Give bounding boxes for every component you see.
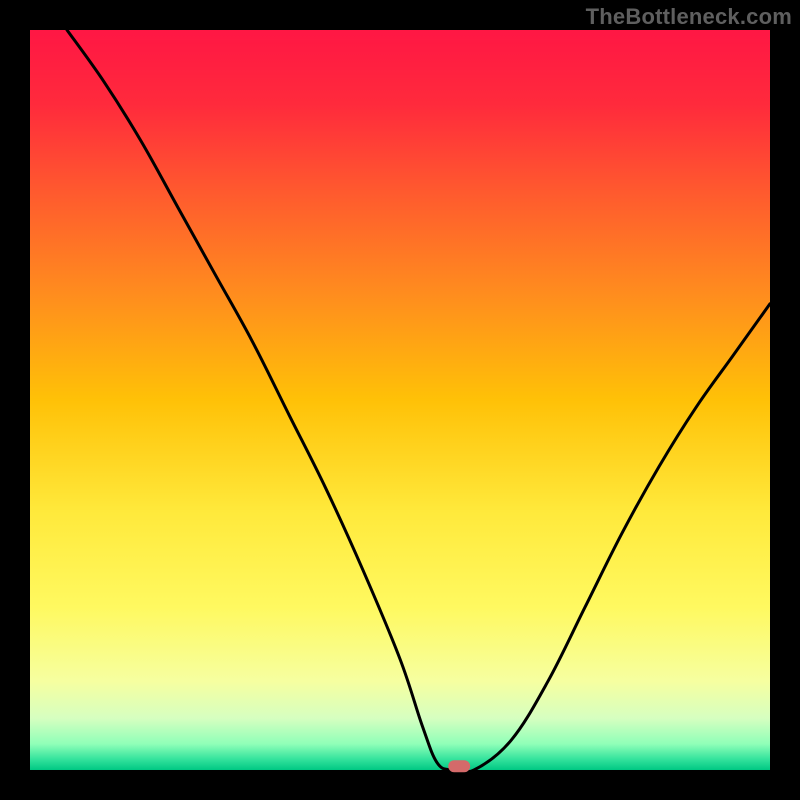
chart-canvas <box>0 0 800 800</box>
bottleneck-chart: TheBottleneck.com <box>0 0 800 800</box>
optimal-marker <box>448 760 470 772</box>
watermark-text: TheBottleneck.com <box>586 4 792 30</box>
